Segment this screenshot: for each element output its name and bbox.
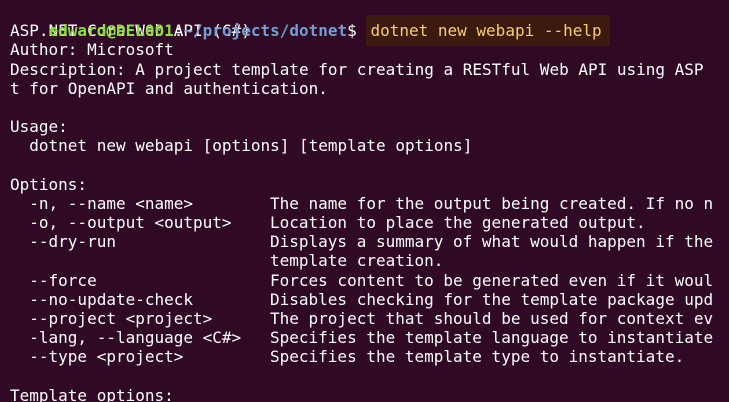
option-description: template creation. bbox=[270, 251, 444, 271]
option-row: -o, --output <output> Location to place t… bbox=[10, 213, 729, 232]
option-name: -n, --name <name> bbox=[10, 193, 194, 213]
template-options-heading: Template options: bbox=[10, 385, 174, 402]
entered-command[interactable]: dotnet new webapi --help bbox=[366, 15, 610, 47]
option-name: --project <project> bbox=[10, 309, 213, 328]
terminal-window[interactable]: edward@DEL001:~/projects/dotnet$ dotnet … bbox=[0, 0, 729, 402]
option-description: Disables checking for the template packa… bbox=[270, 289, 714, 309]
template-description-line-2: t for OpenAPI and authentication. bbox=[10, 78, 328, 98]
prompt-path: ~/projects/dotnet bbox=[183, 21, 348, 41]
option-row: -lang, --language <C#> Specifies the temp… bbox=[10, 328, 729, 347]
template-description-line-1: Description: A project template for crea… bbox=[10, 59, 704, 79]
option-row: --no-update-check Disables checking for t… bbox=[10, 290, 729, 309]
prompt-dollar: $ bbox=[347, 21, 357, 41]
command-prompt-line: edward@DEL001:~/projects/dotnet$ dotnet … bbox=[10, 2, 729, 47]
usage-line: dotnet new webapi [options] [template op… bbox=[10, 136, 473, 156]
option-name: -lang, --language <C#> bbox=[10, 328, 242, 348]
option-name: -o, --output <output> bbox=[10, 213, 232, 233]
prompt-user-host: edward@DEL001 bbox=[48, 21, 174, 41]
option-name: --dry-run bbox=[10, 232, 116, 252]
option-description: The name for the output being created. I… bbox=[270, 193, 714, 213]
option-description: Location to place the generated output. bbox=[270, 213, 646, 233]
options-list: -n, --name <name> The name for the output… bbox=[10, 194, 729, 367]
option-row: -n, --name <name> The name for the output… bbox=[10, 194, 729, 213]
option-description: Displays a summary of what would happen … bbox=[270, 232, 714, 252]
option-name bbox=[10, 251, 270, 270]
option-row: template creation. bbox=[10, 251, 729, 270]
option-description: Specifies the template type to instantia… bbox=[270, 347, 685, 367]
prompt-colon: : bbox=[173, 21, 184, 41]
usage-heading: Usage: bbox=[10, 117, 68, 137]
option-row: --dry-run Displays a summary of what woul… bbox=[10, 232, 729, 251]
option-description: Specifies the template language to insta… bbox=[270, 328, 714, 348]
option-description: Forces content to be generated even if i… bbox=[270, 270, 714, 290]
option-name: --type <project> bbox=[10, 347, 184, 367]
option-name: --no-update-check bbox=[10, 289, 194, 309]
option-description: The project that should be used for cont… bbox=[270, 309, 714, 328]
option-row: --project <project> The project that shou… bbox=[10, 309, 729, 328]
option-row: --type <project> Specifies the template t… bbox=[10, 347, 729, 366]
option-name: --force bbox=[10, 270, 97, 290]
options-heading: Options: bbox=[10, 174, 88, 194]
option-row: --force Forces content to be generated ev… bbox=[10, 271, 729, 290]
